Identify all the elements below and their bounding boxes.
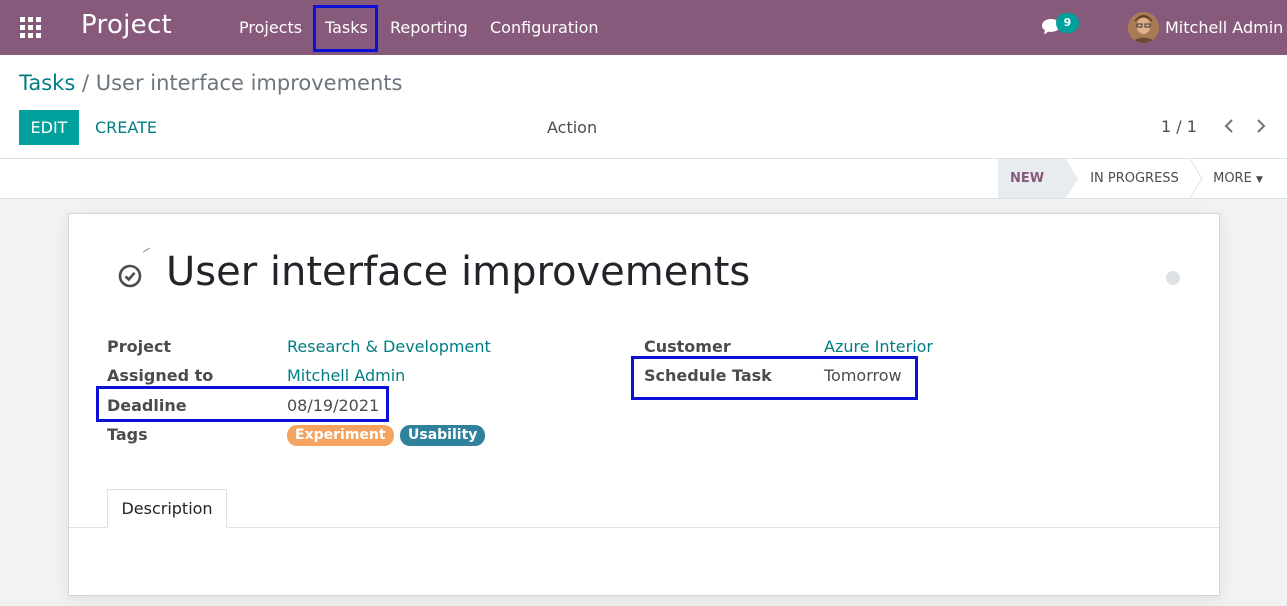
breadcrumb-tasks-link[interactable]: Tasks (19, 71, 75, 95)
tag-experiment[interactable]: Experiment (287, 425, 394, 446)
action-dropdown[interactable]: Action (547, 118, 597, 137)
caret-down-icon: ▼ (1255, 175, 1263, 185)
customer-link[interactable]: Azure Interior (824, 337, 933, 356)
highlight-schedule-task (631, 356, 918, 400)
control-panel: Tasks / User interface improvements EDIT… (0, 55, 1287, 159)
assigned-to-label: Assigned to (107, 366, 214, 385)
breadcrumb-separator: / (81, 71, 90, 95)
check-circle-icon[interactable] (118, 264, 142, 288)
stage-arrow (1066, 159, 1078, 198)
status-bar: NEW IN PROGRESS MORE ▼ (0, 159, 1287, 199)
tag-usability[interactable]: Usability (400, 425, 486, 446)
menu-reporting[interactable]: Reporting (390, 18, 468, 37)
chevron-left-icon[interactable] (1222, 117, 1236, 135)
create-button[interactable]: CREATE (95, 118, 157, 137)
customer-label: Customer (644, 337, 731, 356)
notebook-tab-bar (69, 527, 1219, 528)
kanban-state-icon[interactable] (1166, 271, 1180, 285)
apps-menu-icon[interactable] (20, 17, 41, 38)
tab-description[interactable]: Description (107, 489, 227, 528)
menu-configuration[interactable]: Configuration (490, 18, 599, 37)
top-navbar: Project Projects Tasks Reporting Configu… (0, 0, 1287, 55)
edit-button[interactable]: EDIT (19, 110, 79, 145)
more-stages-dropdown[interactable]: MORE ▼ (1203, 159, 1273, 198)
messages-count-badge: 9 (1056, 13, 1079, 33)
app-brand: Project (81, 10, 173, 40)
project-label: Project (107, 337, 172, 356)
stage-separator (1190, 159, 1203, 198)
tags-label: Tags (107, 425, 148, 444)
breadcrumb-current: User interface improvements (95, 71, 403, 95)
task-title[interactable]: User interface improvements (166, 249, 750, 295)
highlight-tasks-menu (313, 5, 378, 52)
menu-projects[interactable]: Projects (239, 18, 302, 37)
stage-new[interactable]: NEW (998, 159, 1066, 198)
more-label: MORE (1213, 171, 1252, 186)
tick-mark-icon (143, 247, 151, 253)
avatar[interactable] (1128, 12, 1159, 43)
chevron-right-icon[interactable] (1254, 117, 1268, 135)
highlight-deadline (96, 386, 389, 422)
pager-value[interactable]: 1 / 1 (1161, 117, 1197, 136)
stage-in-progress[interactable]: IN PROGRESS (1078, 159, 1191, 198)
breadcrumb: Tasks / User interface improvements (19, 71, 402, 95)
user-menu[interactable]: Mitchell Admin (1165, 18, 1283, 37)
assigned-to-link[interactable]: Mitchell Admin (287, 366, 405, 385)
project-link[interactable]: Research & Development (287, 337, 491, 356)
